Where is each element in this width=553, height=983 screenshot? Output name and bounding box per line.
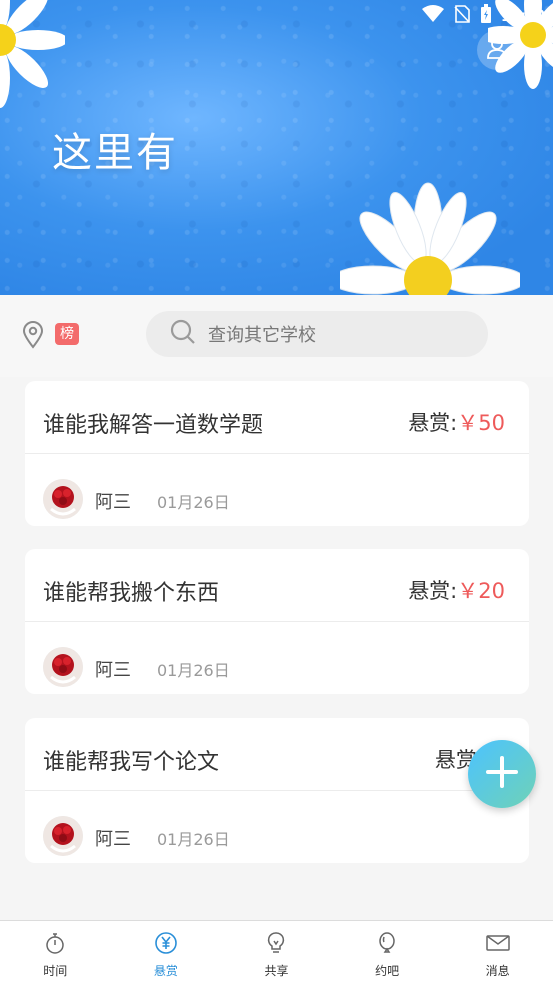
add-task-button[interactable] [468, 740, 536, 808]
task-card[interactable]: 谁能帮我写个论文 悬赏:￥ 阿三 01月26日 [25, 718, 529, 863]
nav-label: 共享 [264, 964, 289, 978]
status-bar: 10:49 [421, 4, 545, 28]
wifi-icon [421, 5, 444, 27]
yuan-icon [154, 931, 178, 959]
plus-icon [484, 754, 520, 794]
daisy-decoration [340, 180, 520, 295]
bottom-nav: 时间 悬赏 共享 约吧 消息 [0, 920, 553, 983]
divider [25, 453, 529, 454]
task-title: 谁能我解答一道数学题 [43, 413, 264, 438]
nav-item-share[interactable]: 共享 [221, 921, 332, 983]
post-date: 01月26日 [157, 661, 230, 680]
divider [25, 790, 529, 791]
task-title: 谁能帮我搬个东西 [43, 581, 220, 606]
nav-item-meetup[interactable]: 约吧 [332, 921, 443, 983]
task-card[interactable]: 谁能帮我搬个东西 悬赏:￥20 阿三 01月26日 [25, 549, 529, 694]
location-icon[interactable] [22, 321, 44, 353]
lightbulb-icon [264, 931, 288, 959]
user-icon [485, 36, 509, 64]
nav-label: 约吧 [375, 964, 400, 978]
rank-badge[interactable]: 榜 [55, 323, 79, 345]
balloon-icon [375, 931, 399, 959]
post-date: 01月26日 [157, 830, 230, 849]
nav-label: 时间 [43, 964, 68, 978]
avatar[interactable] [43, 479, 83, 519]
status-time: 10:49 [501, 6, 545, 25]
avatar[interactable] [43, 816, 83, 856]
user-name: 阿三 [95, 492, 131, 513]
no-sim-icon [453, 5, 470, 27]
daisy-decoration [0, 0, 65, 120]
mail-icon [485, 931, 511, 959]
nav-item-time[interactable]: 时间 [0, 921, 111, 983]
nav-item-messages[interactable]: 消息 [442, 921, 553, 983]
task-card[interactable]: 谁能我解答一道数学题 悬赏:￥50 阿三 01月26日 [25, 381, 529, 526]
user-name: 阿三 [95, 660, 131, 681]
nav-label: 悬赏 [153, 964, 178, 978]
task-title: 谁能帮我写个论文 [43, 750, 220, 775]
task-reward: 悬赏:￥20 [408, 579, 505, 603]
task-reward: 悬赏:￥50 [408, 411, 505, 435]
post-date: 01月26日 [157, 493, 230, 512]
battery-icon [480, 4, 492, 28]
header-banner: 这里有 [0, 0, 553, 295]
nav-item-reward[interactable]: 悬赏 [111, 921, 222, 983]
search-icon [170, 319, 196, 349]
nav-label: 消息 [485, 964, 510, 978]
user-name: 阿三 [95, 829, 131, 850]
divider [25, 621, 529, 622]
profile-button[interactable] [477, 30, 517, 70]
stopwatch-icon [43, 931, 67, 959]
search-placeholder: 查询其它学校 [208, 325, 316, 346]
banner-title: 这里有 [52, 130, 178, 176]
school-search-input[interactable]: 查询其它学校 [146, 311, 488, 357]
avatar[interactable] [43, 647, 83, 687]
